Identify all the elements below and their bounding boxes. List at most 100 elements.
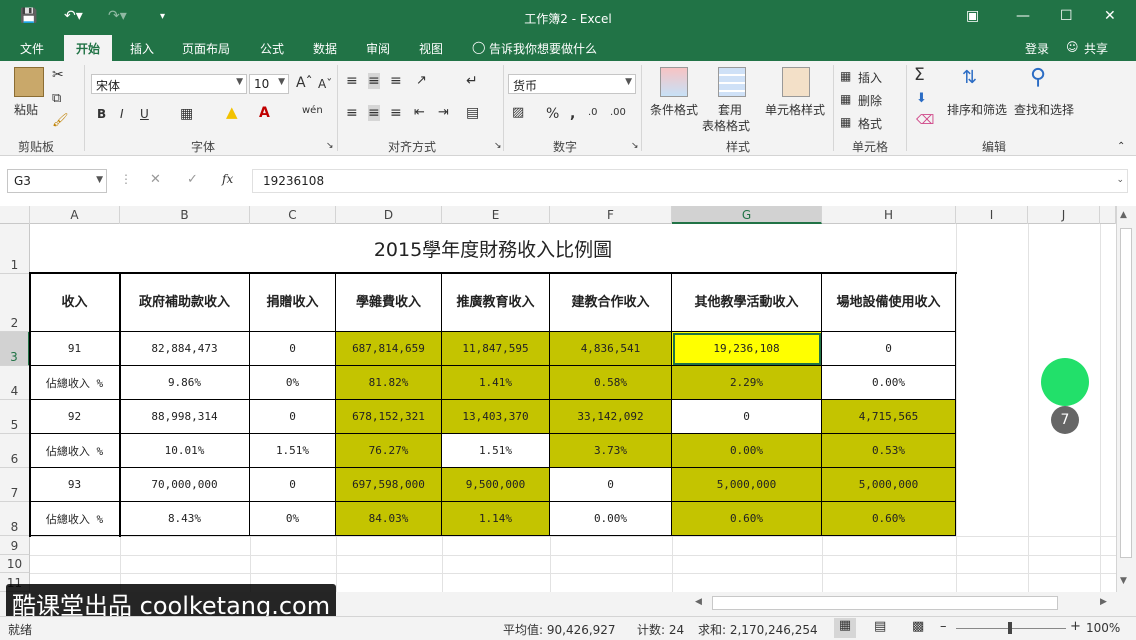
formula-input[interactable]: 19236108 ⌄ bbox=[252, 169, 1128, 193]
paste-label[interactable]: 粘贴 bbox=[14, 101, 38, 118]
table-cell[interactable]: 0.00% bbox=[672, 434, 822, 468]
fill-color-icon[interactable]: ▲ bbox=[226, 103, 238, 121]
font-color-icon[interactable]: A bbox=[259, 105, 270, 121]
table-cell[interactable]: 84.03% bbox=[336, 502, 442, 536]
table-cell[interactable]: 1.41% bbox=[442, 366, 550, 400]
table-cell[interactable]: 0% bbox=[250, 366, 336, 400]
table-cell[interactable]: 70,000,000 bbox=[120, 468, 250, 502]
row-header-7[interactable]: 7 bbox=[0, 468, 30, 502]
zoom-level[interactable]: 100% bbox=[1086, 621, 1120, 635]
column-header-b[interactable]: B bbox=[120, 206, 250, 224]
row-header-10[interactable]: 10 bbox=[0, 555, 30, 573]
font-size-dropdown[interactable]: 10 ▼ bbox=[249, 74, 289, 94]
table-cell[interactable]: 697,598,000 bbox=[336, 468, 442, 502]
table-cell[interactable]: 678,152,321 bbox=[336, 400, 442, 434]
alignment-launcher-icon[interactable]: ↘ bbox=[494, 141, 502, 151]
decrease-indent-icon[interactable]: ⇤ bbox=[414, 105, 425, 120]
cell-styles-icon[interactable] bbox=[782, 67, 810, 97]
header-cell-income[interactable]: 收入 bbox=[30, 274, 120, 332]
table-cell[interactable]: 11,847,595 bbox=[442, 332, 550, 366]
table-cell[interactable]: 1.14% bbox=[442, 502, 550, 536]
table-cell[interactable]: 0.60% bbox=[822, 502, 956, 536]
fill-icon[interactable]: ⬇ bbox=[916, 91, 927, 106]
table-cell[interactable]: 1.51% bbox=[442, 434, 550, 468]
table-cell[interactable]: 76.27% bbox=[336, 434, 442, 468]
row-header-4[interactable]: 4 bbox=[0, 366, 30, 400]
login-link[interactable]: 登录 bbox=[1025, 40, 1049, 57]
format-painter-icon[interactable]: 🖌 bbox=[52, 113, 69, 128]
table-cell[interactable]: 佔總收入 % bbox=[30, 366, 120, 400]
font-launcher-icon[interactable]: ↘ bbox=[326, 141, 334, 151]
delete-cells-icon[interactable]: ▦ bbox=[840, 92, 851, 106]
close-icon[interactable]: ✕ bbox=[1104, 8, 1116, 24]
horizontal-scroll-thumb[interactable] bbox=[712, 596, 1058, 610]
header-cell-extension[interactable]: 推廣教育收入 bbox=[442, 274, 550, 332]
table-cell[interactable]: 10.01% bbox=[120, 434, 250, 468]
tab-view[interactable]: 视图 bbox=[419, 40, 443, 57]
align-middle-icon[interactable]: ≡ bbox=[368, 73, 380, 89]
minimize-icon[interactable]: — bbox=[1016, 8, 1030, 24]
table-cell[interactable]: 0 bbox=[250, 332, 336, 366]
scroll-down-icon[interactable]: ▼ bbox=[1120, 576, 1127, 586]
clear-icon[interactable]: ⌫ bbox=[916, 113, 934, 128]
tab-data[interactable]: 数据 bbox=[313, 40, 337, 57]
column-header-h[interactable]: H bbox=[822, 206, 956, 224]
align-left-icon[interactable]: ≡ bbox=[346, 105, 358, 121]
table-cell[interactable]: 4,715,565 bbox=[822, 400, 956, 434]
function-icon[interactable]: fx bbox=[222, 172, 233, 186]
table-cell[interactable]: 5,000,000 bbox=[672, 468, 822, 502]
table-cell[interactable]: 5,000,000 bbox=[822, 468, 956, 502]
enter-icon[interactable]: ✓ bbox=[187, 172, 198, 187]
wrap-text-icon[interactable]: ↵ bbox=[466, 73, 478, 89]
align-right-icon[interactable]: ≡ bbox=[390, 105, 402, 121]
table-cell[interactable]: 0 bbox=[250, 400, 336, 434]
italic-icon[interactable]: I bbox=[120, 107, 124, 121]
table-cell[interactable]: 81.82% bbox=[336, 366, 442, 400]
table-cell[interactable]: 2.29% bbox=[672, 366, 822, 400]
zoom-in-icon[interactable]: + bbox=[1070, 619, 1081, 634]
table-cell[interactable]: 88,998,314 bbox=[120, 400, 250, 434]
accounting-icon[interactable]: ▨ bbox=[512, 105, 524, 120]
column-header-g[interactable]: G bbox=[672, 206, 822, 224]
table-cell[interactable]: 0.53% bbox=[822, 434, 956, 468]
phonetic-icon[interactable]: wén bbox=[302, 105, 323, 116]
delete-cells-button[interactable]: 删除 bbox=[858, 92, 882, 109]
copy-icon[interactable]: ⧉ bbox=[52, 91, 61, 106]
table-cell[interactable]: 0 bbox=[672, 400, 822, 434]
column-header-f[interactable]: F bbox=[550, 206, 672, 224]
tab-formulas[interactable]: 公式 bbox=[260, 40, 284, 57]
page-layout-view-icon[interactable]: ▤ bbox=[874, 619, 886, 634]
tab-review[interactable]: 审阅 bbox=[366, 40, 390, 57]
conditional-format-button[interactable]: 条件格式 bbox=[650, 101, 698, 118]
table-cell[interactable]: 4,836,541 bbox=[550, 332, 672, 366]
table-cell[interactable]: 0.00% bbox=[822, 366, 956, 400]
row-header-8[interactable]: 8 bbox=[0, 502, 30, 536]
insert-cells-button[interactable]: 插入 bbox=[858, 69, 882, 86]
table-cell[interactable]: 19,236,108 bbox=[672, 332, 822, 366]
collapse-ribbon-icon[interactable]: ⌃ bbox=[1117, 141, 1125, 152]
border-icon[interactable]: ▦ bbox=[180, 106, 193, 122]
cancel-icon[interactable]: ✕ bbox=[150, 172, 161, 187]
header-cell-donation[interactable]: 捐贈收入 bbox=[250, 274, 336, 332]
paste-icon[interactable] bbox=[14, 67, 44, 97]
table-cell[interactable]: 0 bbox=[550, 468, 672, 502]
row-header-5[interactable]: 5 bbox=[0, 400, 30, 434]
scroll-right-icon[interactable]: ▶ bbox=[1100, 597, 1107, 607]
find-select-button[interactable]: 查找和选择 bbox=[1014, 101, 1074, 118]
column-header-e[interactable]: E bbox=[442, 206, 550, 224]
table-cell[interactable]: 9,500,000 bbox=[442, 468, 550, 502]
format-as-table-label-2[interactable]: 表格格式 bbox=[702, 117, 750, 134]
increase-indent-icon[interactable]: ⇥ bbox=[438, 105, 449, 120]
comma-icon[interactable]: , bbox=[570, 106, 575, 122]
column-header-i[interactable]: I bbox=[956, 206, 1028, 224]
table-cell[interactable]: 佔總收入 % bbox=[30, 502, 120, 536]
format-cells-button[interactable]: 格式 bbox=[858, 115, 882, 132]
column-header-c[interactable]: C bbox=[250, 206, 336, 224]
page-break-view-icon[interactable]: ▩ bbox=[912, 619, 924, 634]
format-as-table-label-1[interactable]: 套用 bbox=[718, 101, 742, 118]
table-cell[interactable]: 0.58% bbox=[550, 366, 672, 400]
tab-home[interactable]: 开始 bbox=[64, 35, 113, 61]
table-cell[interactable]: 33,142,092 bbox=[550, 400, 672, 434]
insert-cells-icon[interactable]: ▦ bbox=[840, 69, 851, 83]
table-cell[interactable]: 91 bbox=[30, 332, 120, 366]
